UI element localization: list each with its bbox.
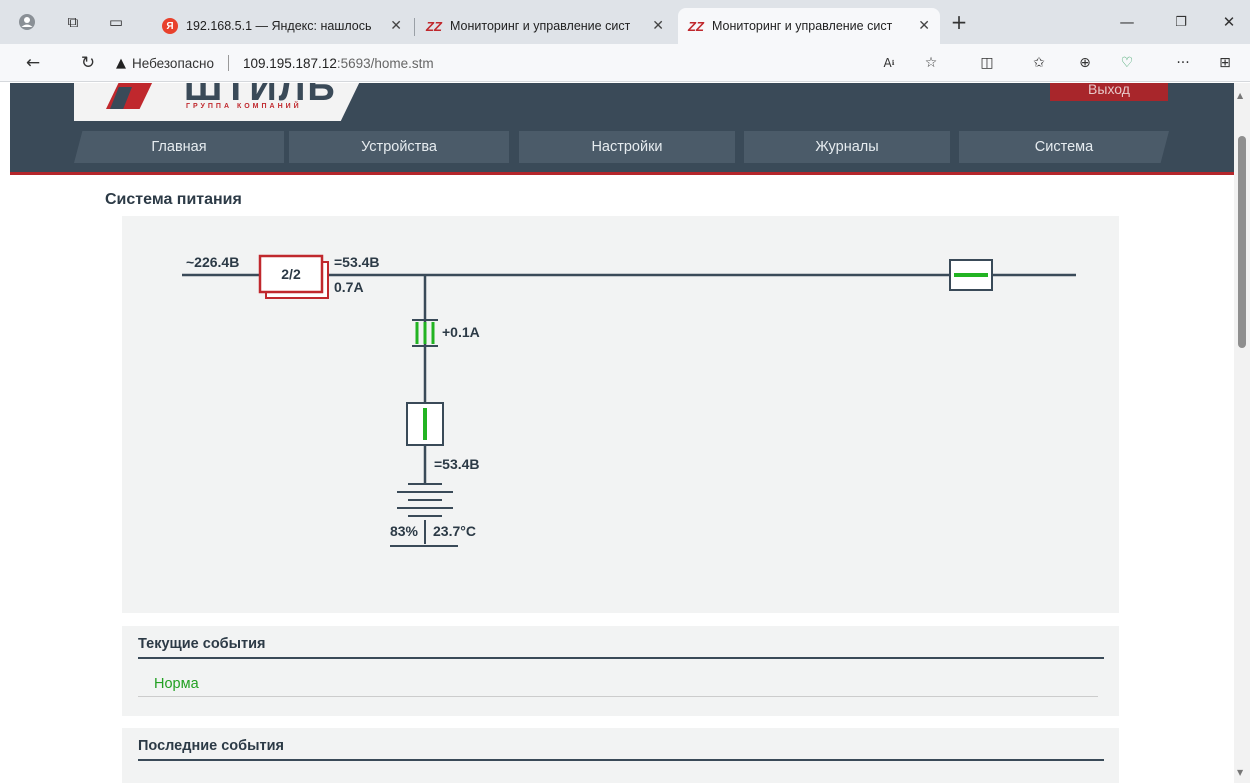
tab-divider	[414, 18, 415, 36]
battery-current: +0.1А	[442, 324, 480, 340]
collections-icon[interactable]: ⊕	[1072, 50, 1098, 76]
address-field[interactable]: ▲ Небезопасно 109.195.187.12:5693/home.s…	[116, 49, 956, 77]
back-icon[interactable]: ←	[20, 50, 46, 76]
close-icon[interactable]: ✕	[918, 18, 930, 34]
power-diagram: 2/2 ~226.4В =53.4В 0.7А +0.1А =53.4В 83%…	[182, 254, 1076, 547]
page-title: Система питания	[105, 191, 242, 208]
favorite-star-icon[interactable]: ☆	[918, 50, 944, 76]
url-host: 109.195.187.12	[242, 55, 337, 71]
load-breaker[interactable]	[949, 259, 993, 291]
menu-item-logs[interactable]: Журналы	[744, 131, 950, 163]
reload-icon[interactable]: ↻	[75, 50, 101, 76]
warning-icon: ▲	[116, 55, 126, 71]
stulz-icon: ZZ	[688, 18, 704, 34]
menu-item-settings[interactable]: Настройки	[519, 131, 735, 163]
power-diagram-panel: 2/2 ~226.4В =53.4В 0.7А +0.1А =53.4В 83%…	[122, 216, 1119, 613]
new-tab-icon[interactable]: +	[946, 9, 972, 35]
panel-divider	[138, 759, 1104, 761]
panel-divider	[138, 657, 1104, 659]
menu-item-system[interactable]: Система	[959, 131, 1169, 163]
page-viewport: ШТИЛЬ ГРУППА КОМПАНИЙ Выход Главная Устр…	[0, 83, 1234, 783]
event-divider	[138, 696, 1098, 697]
battery-voltage: =53.4В	[434, 456, 480, 472]
tab-label: 192.168.5.1 — Яндекс: нашлось	[186, 19, 372, 33]
rectifier-block[interactable]: 2/2	[258, 254, 329, 299]
close-icon[interactable]: ✕	[652, 18, 664, 34]
current-events-title: Текущие события	[138, 636, 266, 652]
tab-monitoring-1[interactable]: ZZ Мониторинг и управление сист ✕	[416, 8, 674, 44]
browser-addressbar: ← ↻ ▲ Небезопасно 109.195.187.12:5693/ho…	[0, 44, 1250, 82]
close-icon[interactable]: ✕	[390, 18, 402, 34]
sidebar-toggle-icon[interactable]: ⊞	[1212, 50, 1238, 76]
more-menu-icon[interactable]: ···	[1170, 50, 1196, 76]
favorites-icon[interactable]: ✩	[1026, 50, 1052, 76]
scroll-thumb[interactable]	[1238, 136, 1246, 348]
tab-label: Мониторинг и управление сист	[712, 19, 893, 33]
logout-button[interactable]: Выход	[1050, 83, 1168, 101]
menu-item-devices[interactable]: Устройства	[289, 131, 509, 163]
scroll-down-icon[interactable]: ▼	[1237, 768, 1243, 777]
battery-temperature: 23.7°С	[433, 523, 476, 539]
event-status: Норма	[154, 676, 199, 692]
tab-actions-icon[interactable]: ▭	[103, 9, 129, 35]
last-events-title: Последние события	[138, 738, 284, 754]
security-label: Небезопасно	[132, 55, 214, 71]
battery-breaker[interactable]	[406, 402, 444, 446]
read-aloud-icon[interactable]: Aℹ	[876, 50, 902, 76]
scroll-up-icon[interactable]: ▲	[1237, 91, 1243, 100]
battery-shunt	[412, 319, 438, 347]
input-voltage: ~226.4В	[186, 254, 239, 270]
site-header: ШТИЛЬ ГРУППА КОМПАНИЙ Выход Главная Устр…	[10, 83, 1234, 175]
window-close-icon[interactable]: ✕	[1214, 10, 1244, 34]
minimize-icon[interactable]: —	[1112, 10, 1142, 34]
tab-label: Мониторинг и управление сист	[450, 19, 631, 33]
split-screen-icon[interactable]: ◫	[974, 50, 1000, 76]
browser-essentials-icon[interactable]: ♡	[1114, 50, 1140, 76]
menu-item-home[interactable]: Главная	[74, 131, 284, 163]
battery-charge: 83%	[390, 523, 419, 539]
last-events-panel: Последние события	[122, 728, 1119, 783]
browser-tabbar: ⧉ ▭ Я 192.168.5.1 — Яндекс: нашлось ✕ ZZ…	[0, 0, 1250, 44]
company-logo[interactable]: ШТИЛЬ ГРУППА КОМПАНИЙ	[74, 83, 364, 121]
current-events-panel: Текущие события Норма	[122, 626, 1119, 716]
yandex-icon: Я	[162, 18, 178, 34]
tab-yandex[interactable]: Я 192.168.5.1 — Яндекс: нашлось ✕	[152, 8, 412, 44]
restore-icon[interactable]: ❐	[1166, 10, 1196, 34]
load-current: 0.7А	[334, 279, 364, 295]
page-scrollbar[interactable]: ▲ ▼	[1234, 83, 1250, 783]
output-voltage: =53.4В	[334, 254, 380, 270]
stulz-icon: ZZ	[426, 18, 442, 34]
url-path: :5693/home.stm	[336, 55, 434, 71]
logo-subtitle: ГРУППА КОМПАНИЙ	[186, 103, 302, 110]
workspaces-icon[interactable]: ⧉	[60, 9, 86, 35]
rectifier-count: 2/2	[281, 266, 301, 282]
address-divider	[227, 55, 229, 71]
tab-monitoring-active[interactable]: ZZ Мониторинг и управление сист ✕	[678, 8, 940, 44]
profile-icon[interactable]	[14, 9, 40, 35]
